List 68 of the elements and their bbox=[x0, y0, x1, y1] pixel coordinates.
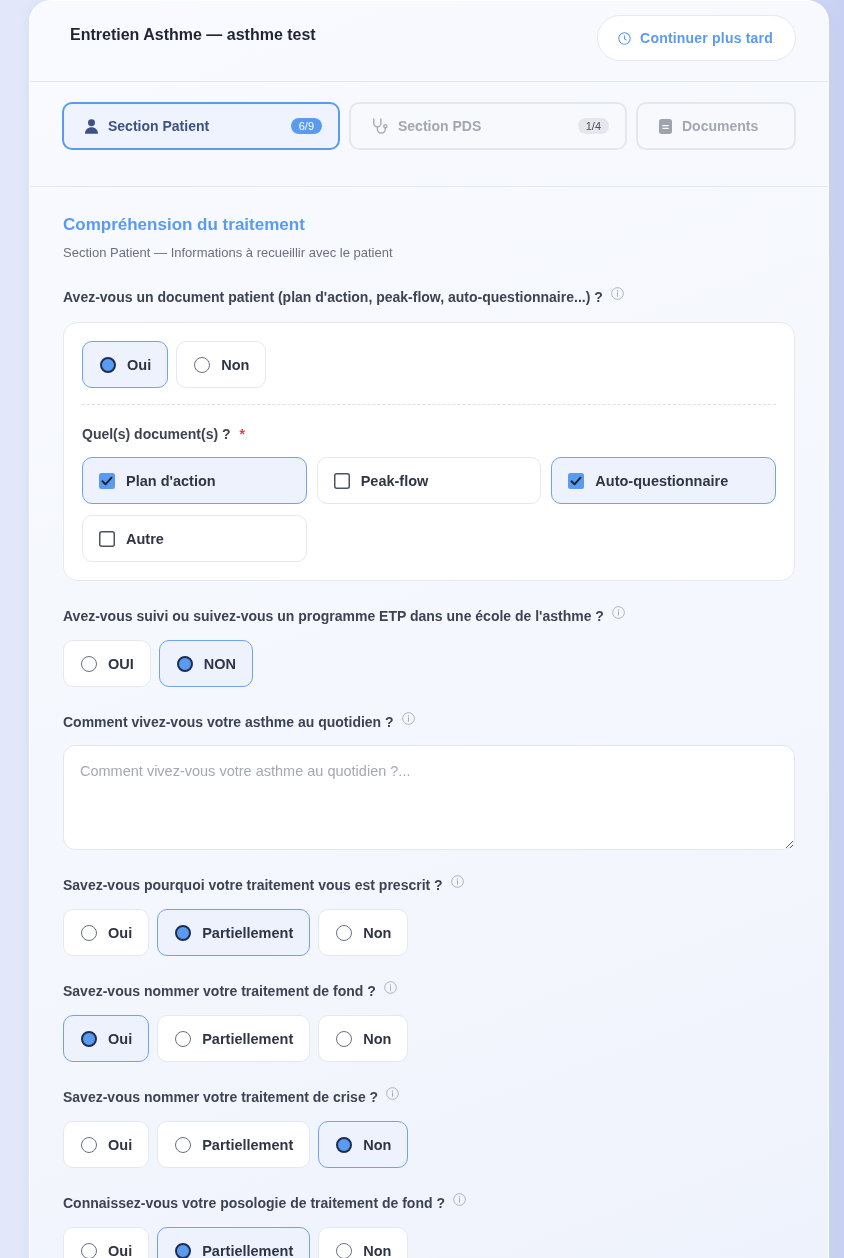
radio-icon bbox=[175, 1136, 192, 1153]
question-label: Savez-vous pourquoi votre traitement vous est prescrit ? bbox=[63, 876, 443, 895]
checkbox-icon bbox=[568, 472, 585, 489]
radio-icon bbox=[175, 1242, 192, 1258]
followup-label: Quel(s) document(s) ? bbox=[82, 425, 231, 444]
radio-option[interactable]: Non bbox=[318, 909, 409, 956]
tab[interactable]: Section Patient 6/9 bbox=[62, 102, 340, 150]
info-icon bbox=[386, 1087, 400, 1100]
stethoscope-icon bbox=[372, 118, 388, 134]
info-icon bbox=[401, 712, 415, 725]
radio-icon bbox=[100, 356, 116, 373]
radio-option[interactable]: Oui bbox=[63, 1227, 150, 1258]
radio-icon bbox=[336, 1242, 353, 1258]
radio-option[interactable]: Non bbox=[318, 1015, 409, 1062]
checkbox-option[interactable]: Auto-questionnaire bbox=[551, 457, 776, 504]
radio-option[interactable]: Partiellement bbox=[157, 1227, 311, 1258]
radio-option[interactable]: Partiellement bbox=[157, 1121, 311, 1168]
radio-icon bbox=[336, 924, 353, 941]
tab[interactable]: Section PDS 1/4 bbox=[349, 102, 627, 150]
radio-option[interactable]: Partiellement bbox=[157, 909, 311, 956]
page-title: Entretien Asthme — asthme test bbox=[70, 26, 316, 44]
section-title: Compréhension du traitement bbox=[63, 214, 306, 236]
checkbox-icon bbox=[99, 530, 115, 547]
person-icon bbox=[85, 118, 98, 134]
question-label: Connaissez-vous votre posologie de traitement de fond ? bbox=[63, 1194, 445, 1213]
radio-icon bbox=[81, 1030, 97, 1047]
radio-option[interactable]: Partiellement bbox=[157, 1015, 311, 1062]
radio-option[interactable]: Oui bbox=[63, 1121, 150, 1168]
checkbox-icon bbox=[99, 472, 115, 489]
radio-option[interactable]: Oui bbox=[63, 909, 150, 956]
radio-icon bbox=[176, 655, 193, 672]
text-area[interactable]: Comment vivez-vous votre asthme au quotidien ?... bbox=[63, 745, 795, 850]
info-icon bbox=[450, 875, 464, 888]
question-label: Comment vivez-vous votre asthme au quotidien ? bbox=[63, 713, 394, 732]
question-label: Savez-vous nommer votre traitement de fond ? bbox=[63, 982, 376, 1001]
radio-icon bbox=[336, 1136, 353, 1153]
question-label: Avez-vous suivi ou suivez-vous un programme ETP dans une école de l'asthme ? bbox=[63, 607, 604, 626]
checkbox-icon bbox=[333, 472, 350, 489]
question-label: Savez-vous nommer votre traitement de crise ? bbox=[63, 1088, 379, 1107]
document-icon bbox=[659, 118, 672, 134]
count-badge: 1/4 bbox=[577, 118, 609, 134]
info-icon bbox=[610, 287, 624, 300]
info-icon bbox=[452, 1193, 466, 1206]
checkbox-option[interactable]: Plan d'action bbox=[82, 457, 307, 504]
radio-icon bbox=[194, 356, 211, 373]
radio-option[interactable]: Non bbox=[318, 1121, 409, 1168]
radio-icon bbox=[175, 1030, 192, 1047]
radio-option[interactable]: Oui bbox=[82, 341, 169, 388]
clock-icon bbox=[618, 31, 632, 45]
checkbox-option[interactable]: Peak-flow bbox=[316, 457, 542, 504]
radio-icon bbox=[81, 924, 97, 941]
count-badge: 6/9 bbox=[290, 118, 322, 134]
checkbox-option[interactable]: Autre bbox=[82, 515, 307, 562]
info-icon bbox=[611, 606, 625, 619]
radio-icon bbox=[81, 1136, 97, 1153]
radio-icon bbox=[81, 1242, 97, 1258]
radio-option[interactable]: OUI bbox=[63, 640, 151, 687]
radio-icon bbox=[81, 655, 97, 672]
radio-icon bbox=[336, 1030, 353, 1047]
section-subtitle: Section Patient — Informations à recueillir avec le patient bbox=[63, 244, 394, 262]
radio-option[interactable]: Oui bbox=[63, 1015, 150, 1062]
question-label: Avez-vous un document patient (plan d'action, peak-flow, auto-questionnaire...) ? bbox=[63, 288, 603, 307]
radio-option[interactable]: Non bbox=[176, 341, 267, 388]
required-mark: * bbox=[239, 425, 245, 444]
radio-icon bbox=[175, 924, 192, 941]
radio-option[interactable]: NON bbox=[158, 640, 253, 687]
radio-option[interactable]: Non bbox=[318, 1227, 409, 1258]
info-icon bbox=[383, 981, 397, 994]
